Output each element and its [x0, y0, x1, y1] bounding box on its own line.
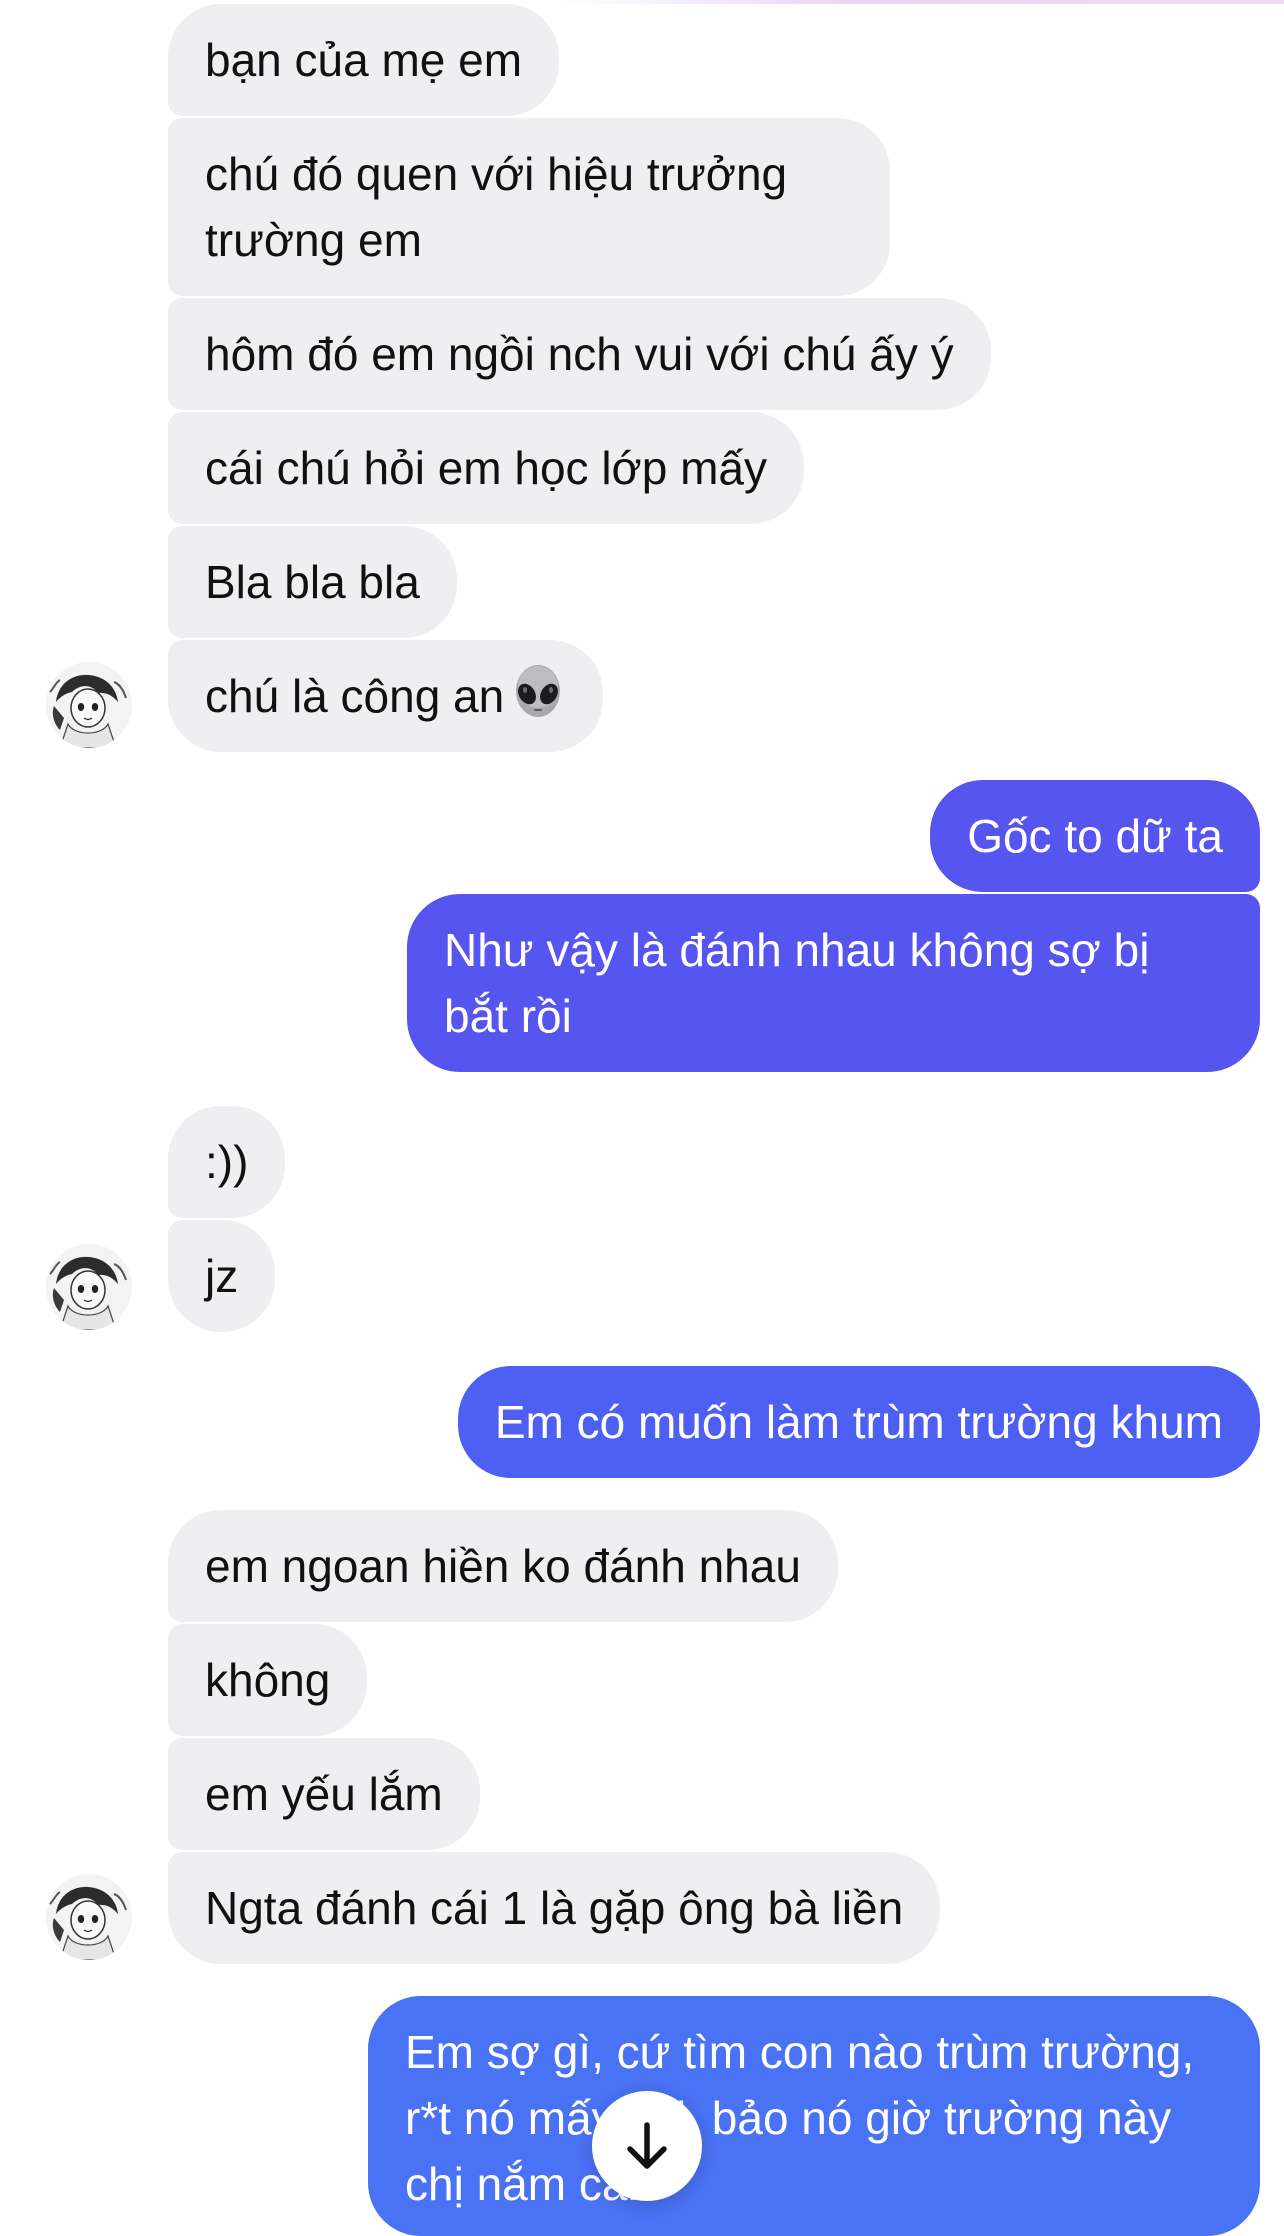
- arrow-down-icon: [627, 2122, 667, 2169]
- message-bubble-incoming[interactable]: Bla bla bla: [168, 526, 457, 638]
- message-text: bạn của mẹ em: [205, 34, 523, 86]
- message-bubble-outgoing[interactable]: Gốc to dữ ta: [930, 780, 1260, 892]
- message-bubble-incoming[interactable]: chú đó quen với hiệu trưởng trường em: [168, 118, 890, 296]
- message-bubble-incoming[interactable]: em ngoan hiền ko đánh nhau: [168, 1510, 838, 1622]
- contact-avatar[interactable]: [46, 1244, 132, 1330]
- message-text: jz: [205, 1250, 239, 1302]
- message-bubble-incoming[interactable]: bạn của mẹ em: [168, 4, 560, 116]
- contact-avatar[interactable]: [46, 662, 132, 748]
- message-text: Em có muốn làm trùm trường khum: [494, 1396, 1223, 1448]
- message-bubble-incoming[interactable]: em yếu lắm: [168, 1738, 480, 1850]
- message-bubble-incoming[interactable]: hôm đó em ngồi nch vui với chú ấy ý: [168, 298, 991, 410]
- message-text: chú đó quen với hiệu trưởng trường em: [205, 148, 788, 266]
- message-text: :)): [205, 1136, 249, 1188]
- avatar-illustration-icon: [46, 1874, 132, 1960]
- message-text: chú là công an: [205, 670, 505, 722]
- message-text: Bla bla bla: [205, 556, 420, 608]
- message-text: Như vậy là đánh nhau không sợ bị bắt rồi: [444, 924, 1150, 1042]
- scroll-to-bottom-button[interactable]: [592, 2091, 702, 2201]
- message-text: hôm đó em ngồi nch vui với chú ấy ý: [205, 328, 954, 380]
- alien-emoji-icon: [510, 664, 566, 720]
- message-thread[interactable]: bạn của mẹ em chú đó quen với hiệu trưởn…: [0, 0, 1284, 2236]
- avatar-illustration-icon: [46, 1244, 132, 1330]
- message-bubble-outgoing[interactable]: Em sợ gì, cứ tìm con nào trùm trường, r*…: [368, 1996, 1260, 2236]
- message-text: em yếu lắm: [205, 1768, 443, 1820]
- message-text: Ngta đánh cái 1 là gặp ông bà liền: [205, 1882, 904, 1934]
- message-bubble-incoming[interactable]: chú là công an: [168, 640, 604, 752]
- avatar-illustration-icon: [46, 662, 132, 748]
- message-bubble-incoming[interactable]: không: [168, 1624, 368, 1736]
- message-text: không: [205, 1654, 331, 1706]
- message-text: Em sợ gì, cứ tìm con nào trùm trường, r*…: [405, 2026, 1195, 2210]
- message-text: Gốc to dữ ta: [967, 810, 1223, 862]
- message-bubble-outgoing[interactable]: Như vậy là đánh nhau không sợ bị bắt rồi: [407, 894, 1260, 1072]
- message-bubble-incoming[interactable]: cái chú hỏi em học lớp mấy: [168, 412, 804, 524]
- message-bubble-outgoing[interactable]: Em có muốn làm trùm trường khum: [457, 1366, 1260, 1478]
- message-bubble-incoming[interactable]: :)): [168, 1106, 286, 1218]
- message-bubble-incoming[interactable]: Ngta đánh cái 1 là gặp ông bà liền: [168, 1852, 941, 1964]
- message-text: cái chú hỏi em học lớp mấy: [205, 442, 767, 494]
- message-bubble-incoming[interactable]: jz: [168, 1220, 276, 1332]
- message-text: em ngoan hiền ko đánh nhau: [205, 1540, 801, 1592]
- contact-avatar[interactable]: [46, 1874, 132, 1960]
